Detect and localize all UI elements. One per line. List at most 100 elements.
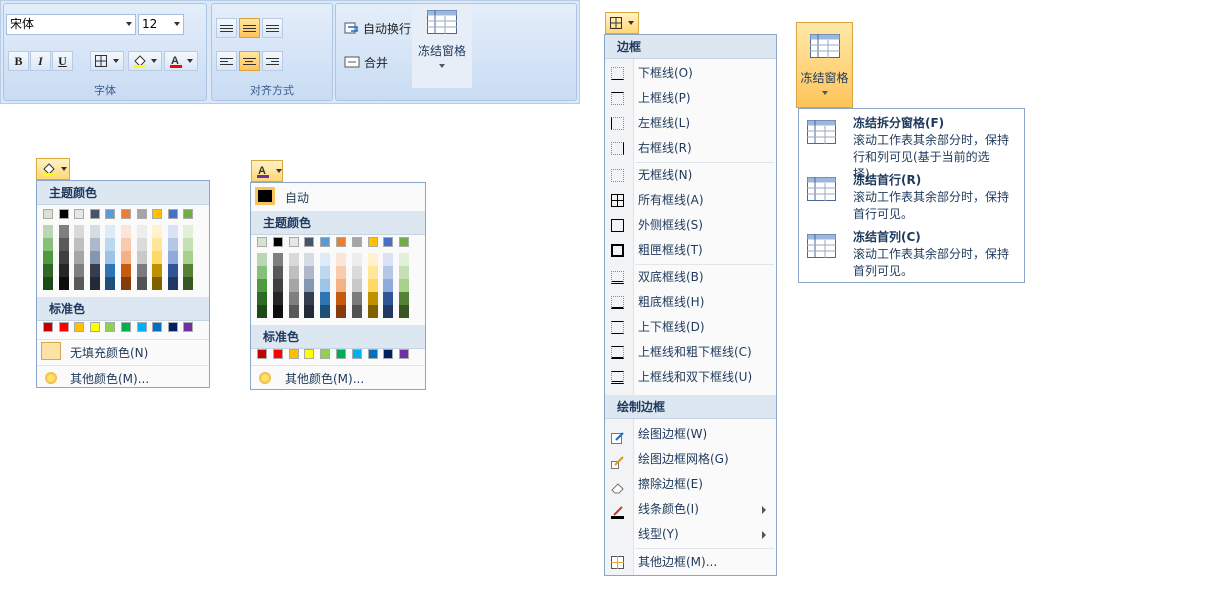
color-swatch[interactable] [304, 266, 315, 279]
draw-border-item[interactable]: 擦除边框(E) [605, 472, 776, 497]
color-swatch[interactable] [351, 349, 362, 359]
color-swatch[interactable] [183, 251, 194, 264]
border-item[interactable]: 粗底框线(H) [605, 290, 776, 315]
color-swatch[interactable] [367, 349, 378, 359]
color-swatch[interactable] [58, 209, 69, 219]
color-swatch[interactable] [367, 237, 378, 247]
color-swatch[interactable] [272, 279, 283, 292]
border-item[interactable]: 上下框线(D) [605, 315, 776, 340]
color-swatch[interactable] [43, 225, 53, 238]
color-swatch[interactable] [152, 264, 163, 277]
fill-color-trigger[interactable] [36, 158, 70, 180]
color-swatch[interactable] [74, 225, 85, 238]
color-swatch[interactable] [399, 266, 410, 279]
freeze-panes-button[interactable]: 冻结窗格 [796, 22, 853, 108]
fill-color-button[interactable] [128, 51, 162, 71]
color-swatch[interactable] [183, 209, 194, 219]
color-swatch[interactable] [43, 238, 53, 251]
border-item[interactable]: 下框线(O) [605, 61, 776, 86]
italic-button[interactable]: I [30, 51, 51, 71]
color-swatch[interactable] [74, 277, 85, 290]
color-swatch[interactable] [288, 237, 299, 247]
color-swatch[interactable] [257, 253, 267, 266]
color-swatch[interactable] [152, 322, 163, 332]
draw-border-item[interactable]: 绘图边框(W) [605, 422, 776, 447]
color-swatch[interactable] [167, 251, 178, 264]
color-swatch[interactable] [105, 251, 116, 264]
color-swatch[interactable] [336, 349, 346, 359]
color-swatch[interactable] [89, 251, 100, 264]
color-swatch[interactable] [74, 322, 85, 332]
color-swatch[interactable] [136, 238, 147, 251]
color-swatch[interactable] [320, 349, 331, 359]
color-swatch[interactable] [43, 277, 53, 290]
color-swatch[interactable] [121, 209, 131, 219]
align-middle-button[interactable] [239, 18, 260, 38]
merge-button[interactable]: 合并 [344, 52, 388, 72]
color-swatch[interactable] [272, 237, 283, 247]
color-swatch[interactable] [288, 305, 299, 318]
color-swatch[interactable] [121, 264, 131, 277]
color-swatch[interactable] [152, 251, 163, 264]
color-swatch[interactable] [257, 305, 267, 318]
color-swatch[interactable] [74, 264, 85, 277]
color-swatch[interactable] [272, 349, 283, 359]
color-swatch[interactable] [89, 277, 100, 290]
border-item[interactable]: 双底框线(B) [605, 265, 776, 290]
border-item[interactable]: 粗匣框线(T) [605, 238, 776, 263]
border-item[interactable]: 上框线(P) [605, 86, 776, 111]
color-swatch[interactable] [121, 225, 131, 238]
color-swatch[interactable] [121, 277, 131, 290]
color-swatch[interactable] [152, 225, 163, 238]
color-swatch[interactable] [105, 209, 116, 219]
no-fill-item[interactable]: 无填充颜色(N) [37, 339, 209, 364]
color-swatch[interactable] [288, 349, 299, 359]
border-item[interactable]: 无框线(N) [605, 163, 776, 188]
draw-border-item[interactable]: 线型(Y) [605, 522, 776, 547]
color-swatch[interactable] [183, 322, 194, 332]
freeze-option[interactable]: 冻结首列(C) 滚动工作表其余部分时，保持首列可见。 [799, 226, 1024, 283]
color-swatch[interactable] [336, 292, 346, 305]
draw-border-item[interactable]: 绘图边框网格(G) [605, 447, 776, 472]
color-swatch[interactable] [367, 279, 378, 292]
color-swatch[interactable] [367, 253, 378, 266]
color-swatch[interactable] [105, 238, 116, 251]
color-swatch[interactable] [399, 349, 410, 359]
draw-border-item[interactable]: 线条颜色(I) [605, 497, 776, 522]
more-borders-item[interactable]: 其他边框(M)... [605, 550, 776, 575]
font-more-colors-item[interactable]: 其他颜色(M)... [251, 365, 425, 390]
color-swatch[interactable] [304, 237, 315, 247]
color-swatch[interactable] [136, 251, 147, 264]
color-swatch[interactable] [399, 292, 410, 305]
color-swatch[interactable] [58, 322, 69, 332]
automatic-color-item[interactable]: 自动 [251, 185, 425, 209]
color-swatch[interactable] [383, 237, 394, 247]
color-swatch[interactable] [89, 322, 100, 332]
align-bottom-button[interactable] [262, 18, 283, 38]
color-swatch[interactable] [351, 237, 362, 247]
color-swatch[interactable] [336, 279, 346, 292]
underline-button[interactable]: U [52, 51, 73, 71]
color-swatch[interactable] [43, 264, 53, 277]
color-swatch[interactable] [320, 237, 331, 247]
color-swatch[interactable] [288, 292, 299, 305]
color-swatch[interactable] [399, 279, 410, 292]
color-swatch[interactable] [58, 238, 69, 251]
color-swatch[interactable] [367, 305, 378, 318]
color-swatch[interactable] [288, 279, 299, 292]
color-swatch[interactable] [183, 264, 194, 277]
color-swatch[interactable] [351, 292, 362, 305]
color-swatch[interactable] [320, 305, 331, 318]
color-swatch[interactable] [121, 238, 131, 251]
color-swatch[interactable] [74, 209, 85, 219]
color-swatch[interactable] [152, 238, 163, 251]
color-swatch[interactable] [74, 251, 85, 264]
color-swatch[interactable] [304, 349, 315, 359]
align-top-button[interactable] [216, 18, 237, 38]
color-swatch[interactable] [152, 209, 163, 219]
color-swatch[interactable] [43, 251, 53, 264]
freeze-option[interactable]: 冻结拆分窗格(F) 滚动工作表其余部分时，保持行和列可见(基于当前的选择)。 [799, 112, 1024, 181]
color-swatch[interactable] [121, 251, 131, 264]
color-swatch[interactable] [136, 277, 147, 290]
border-item[interactable]: 左框线(L) [605, 111, 776, 136]
